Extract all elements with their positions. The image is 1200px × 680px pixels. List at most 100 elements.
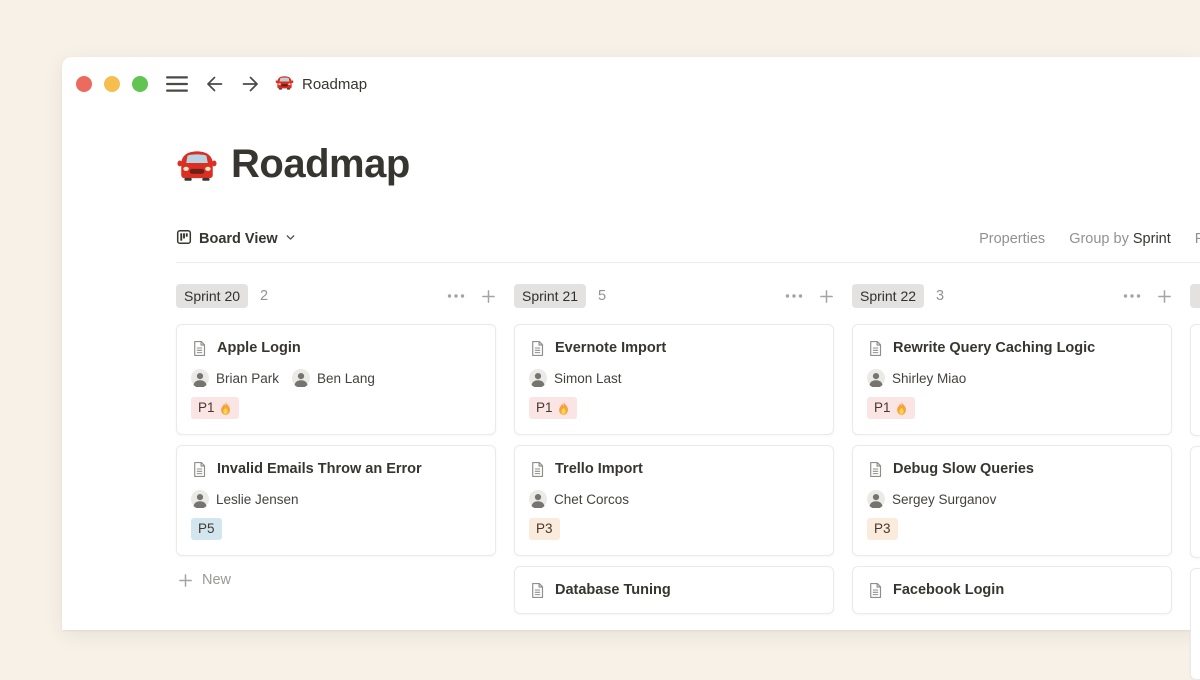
card-assignees: Shirley Miao [867, 369, 1157, 387]
column-count: 2 [260, 288, 268, 304]
page-icon [529, 461, 546, 478]
properties-button[interactable]: Properties [979, 231, 1045, 247]
card-title: Database Tuning [555, 580, 671, 600]
column-cards: Evernote ImportSimon LastP1Trello Import… [514, 324, 834, 614]
assignee: Shirley Miao [867, 369, 966, 387]
view-toolbar: Board View Properties Group by Sprint Fi… [176, 224, 1200, 254]
board-column: Sprint 223 Rewrite Query Caching LogicShi… [852, 283, 1172, 680]
card-badges: P3 [867, 518, 1157, 542]
card-assignees: Leslie Jensen [191, 490, 481, 508]
new-card-label: New [202, 572, 231, 588]
column-actions [447, 289, 496, 304]
board-card[interactable]: Apple LoginBrian ParkBen LangP1 [176, 324, 496, 435]
toolbar-right: Properties Group by Sprint Filter [979, 224, 1200, 254]
column-header: Sprint 21 5 [514, 283, 834, 309]
column-cards: Apple LoginBrian ParkBen LangP1Invalid E… [176, 324, 496, 556]
menu-icon[interactable] [166, 75, 188, 93]
assignee: Ben Lang [292, 369, 375, 387]
board-card[interactable]: Rewrite Query Caching LogicShirley MiaoP… [852, 324, 1172, 435]
column-add-button[interactable] [481, 289, 496, 304]
app-window: Roadmap Roadmap Board View Properties G [62, 57, 1200, 630]
fire-icon [557, 401, 570, 416]
card-assignees: Chet Corcos [529, 490, 819, 508]
card-badges: P1 [867, 397, 1157, 421]
board-card[interactable] [1190, 324, 1200, 436]
column-name-pill[interactable] [1190, 284, 1200, 308]
priority-badge: P1 [867, 397, 915, 419]
group-by-button[interactable]: Group by Sprint [1069, 231, 1171, 247]
card-title: Evernote Import [555, 338, 666, 358]
board-card[interactable]: Facebook Login [852, 566, 1172, 614]
card-title: Debug Slow Queries [893, 459, 1034, 479]
board-card[interactable]: Debug Slow Queries Sergey Surganov P3 [852, 445, 1172, 556]
priority-badge: P1 [191, 397, 239, 419]
card-badges: P5 [191, 518, 481, 542]
avatar [867, 369, 885, 387]
column-header: Sprint 20 2 [176, 283, 496, 309]
assignee: Simon Last [529, 369, 622, 387]
column-name-pill[interactable]: Sprint 20 [176, 284, 248, 308]
column-cards: Rewrite Query Caching LogicShirley MiaoP… [852, 324, 1172, 614]
avatar [867, 490, 885, 508]
card-assignees: Sergey Surganov [867, 490, 1157, 508]
board-card[interactable]: Database Tuning [514, 566, 834, 614]
priority-label: P3 [536, 520, 553, 538]
minimize-window-button[interactable] [104, 76, 120, 92]
card-title: Apple Login [217, 338, 301, 358]
close-window-button[interactable] [76, 76, 92, 92]
group-by-value: Sprint [1133, 231, 1171, 247]
view-switcher[interactable]: Board View [176, 229, 296, 250]
column-more-button[interactable] [1123, 293, 1141, 299]
traffic-lights [76, 76, 148, 92]
board-column: Sprint 215Evernote ImportSimon LastP1Tre… [514, 283, 834, 680]
fire-icon [219, 401, 232, 416]
board-column: Sprint 202Apple LoginBrian ParkBen LangP… [176, 283, 496, 680]
page-icon [867, 340, 884, 357]
filter-button[interactable]: Filter [1195, 231, 1200, 247]
board-card[interactable] [1190, 446, 1200, 558]
column-add-button[interactable] [819, 289, 834, 304]
page-icon [191, 340, 208, 357]
board-column [1190, 283, 1200, 680]
view-switcher-label: Board View [199, 231, 278, 247]
breadcrumb[interactable]: Roadmap [275, 74, 367, 95]
card-title-row: Database Tuning [529, 580, 819, 600]
card-assignees: Simon Last [529, 369, 819, 387]
column-count: 5 [598, 288, 606, 304]
breadcrumb-title: Roadmap [302, 76, 367, 93]
column-name-pill[interactable]: Sprint 22 [852, 284, 924, 308]
column-name-pill[interactable]: Sprint 21 [514, 284, 586, 308]
priority-badge: P5 [191, 518, 222, 540]
assignee-name: Shirley Miao [892, 371, 966, 386]
column-actions [1123, 289, 1172, 304]
zoom-window-button[interactable] [132, 76, 148, 92]
fire-icon [895, 401, 908, 416]
priority-label: P1 [874, 399, 891, 417]
card-title-row: Debug Slow Queries [867, 459, 1157, 479]
board-card[interactable]: Evernote ImportSimon LastP1 [514, 324, 834, 435]
toolbar-divider [176, 262, 1200, 263]
assignee: Sergey Surganov [867, 490, 996, 508]
card-title: Invalid Emails Throw an Error [217, 459, 422, 479]
avatar [191, 369, 209, 387]
new-card-button[interactable]: New [176, 572, 496, 588]
forward-button[interactable] [240, 73, 262, 95]
card-title-row: Evernote Import [529, 338, 819, 358]
back-button[interactable] [203, 73, 225, 95]
board-card[interactable] [1190, 568, 1200, 680]
group-by-label: Group by [1069, 231, 1129, 247]
card-title-row: Facebook Login [867, 580, 1157, 600]
column-cards [1190, 324, 1200, 680]
column-more-button[interactable] [447, 293, 465, 299]
assignee-name: Chet Corcos [554, 492, 629, 507]
column-more-button[interactable] [785, 293, 803, 299]
avatar [529, 369, 547, 387]
chevron-down-icon [285, 230, 296, 248]
column-header: Sprint 223 [852, 283, 1172, 309]
board: Sprint 202Apple LoginBrian ParkBen LangP… [176, 283, 1200, 680]
board-card[interactable]: Invalid Emails Throw an Error Leslie Jens… [176, 445, 496, 556]
car-icon [176, 147, 218, 181]
board-view-icon [176, 229, 192, 250]
column-add-button[interactable] [1157, 289, 1172, 304]
board-card[interactable]: Trello ImportChet CorcosP3 [514, 445, 834, 556]
